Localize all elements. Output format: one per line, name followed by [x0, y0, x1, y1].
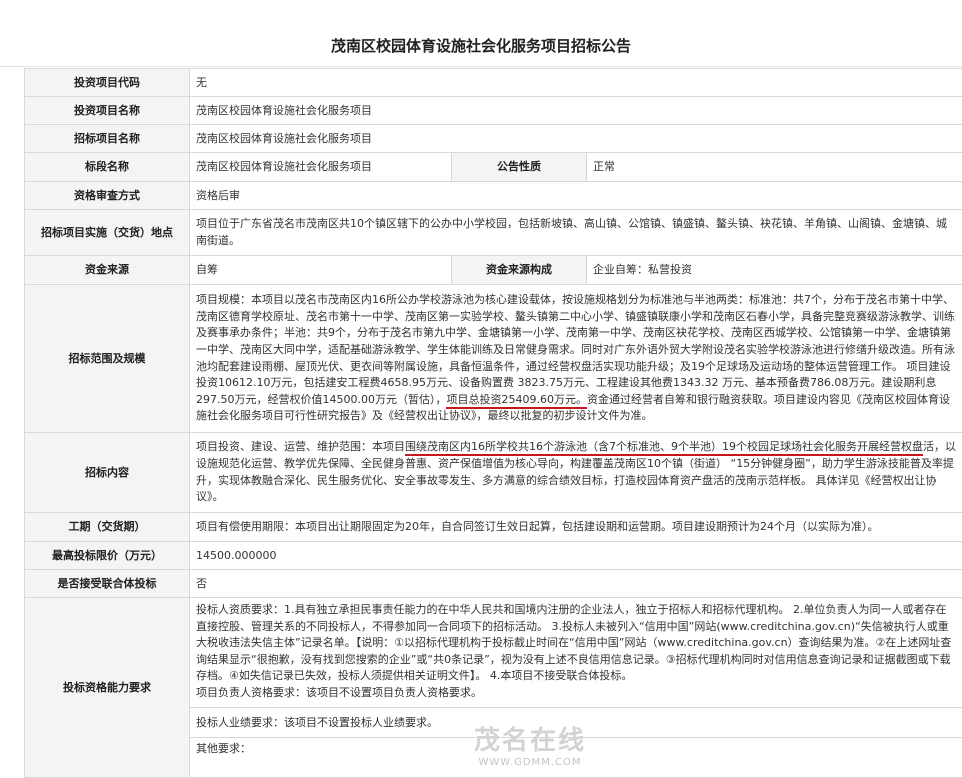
- funding-label: 资金来源: [25, 256, 190, 285]
- scope-text-part1: 项目规模：本项目以茂名市茂南区内16所公办学校游泳池为核心建设载体，按设施规格划…: [196, 293, 955, 406]
- review-label: 资格审查方式: [25, 182, 190, 210]
- invest-code-value: 无: [190, 69, 962, 97]
- notice-page: 茂南区校园体育设施社会化服务项目招标公告 投资项目代码 无 投资项目名称 茂南区…: [0, 0, 962, 772]
- period-value: 项目有偿使用期限：本项目出让期限固定为20年，自合同签订生效日起算，包括建设期和…: [190, 513, 962, 542]
- row-period: 工期（交货期） 项目有偿使用期限：本项目出让期限固定为20年，自合同签订生效日起…: [25, 513, 962, 542]
- row-invest-name: 投资项目名称 茂南区校园体育设施社会化服务项目: [25, 97, 962, 125]
- scope-label: 招标范围及规模: [25, 285, 190, 433]
- consortium-value: 否: [190, 570, 962, 598]
- section-name-value: 茂南区校园体育设施社会化服务项目: [190, 153, 452, 182]
- funding-structure-value: 企业自筹：私营投资: [587, 256, 962, 285]
- row-review: 资格审查方式 资格后审: [25, 182, 962, 210]
- page-title: 茂南区校园体育设施社会化服务项目招标公告: [0, 0, 962, 67]
- invest-name-label: 投资项目名称: [25, 97, 190, 125]
- row-max-price: 最高投标限价（万元） 14500.000000: [25, 542, 962, 570]
- performance-requirement: 投标人业绩要求：该项目不设置投标人业绩要求。: [190, 708, 962, 738]
- section-name-label: 标段名称: [25, 153, 190, 182]
- row-location: 招标项目实施（交货）地点 项目位于广东省茂名市茂南区共10个镇区辖下的公办中小学…: [25, 210, 962, 256]
- qualification-label: 投标资格能力要求: [25, 598, 190, 778]
- qualification-value: 投标人资质要求：1.具有独立承担民事责任能力的在中华人民共和国境内注册的企业法人…: [190, 598, 962, 708]
- location-label: 招标项目实施（交货）地点: [25, 210, 190, 256]
- invest-name-value: 茂南区校园体育设施社会化服务项目: [190, 97, 962, 125]
- content-text-part1: 项目投资、建设、运营、维护范围：本项目: [196, 440, 405, 453]
- row-scope: 招标范围及规模 项目规模：本项目以茂名市茂南区内16所公办学校游泳池为核心建设载…: [25, 285, 962, 433]
- consortium-label: 是否接受联合体投标: [25, 570, 190, 598]
- row-funding: 资金来源 自筹 资金来源构成 企业自筹：私营投资: [25, 256, 962, 285]
- max-price-label: 最高投标限价（万元）: [25, 542, 190, 570]
- content-label: 招标内容: [25, 433, 190, 513]
- row-qualification: 投标资格能力要求 投标人资质要求：1.具有独立承担民事责任能力的在中华人民共和国…: [25, 598, 962, 708]
- bid-name-value: 茂南区校园体育设施社会化服务项目: [190, 125, 962, 153]
- funding-structure-label: 资金来源构成: [452, 256, 587, 285]
- content-value: 项目投资、建设、运营、维护范围：本项目围绕茂南区内16所学校共16个游泳池（含7…: [190, 433, 962, 513]
- total-investment-highlight: 项目总投资25409.60万元。: [446, 393, 587, 409]
- bid-name-label: 招标项目名称: [25, 125, 190, 153]
- notice-nature-label: 公告性质: [452, 153, 587, 182]
- funding-value: 自筹: [190, 256, 452, 285]
- row-consortium: 是否接受联合体投标 否: [25, 570, 962, 598]
- content-highlight: 围绕茂南区内16所学校共16个游泳池（含7个标准池、9个半池）19个校园足球场社…: [405, 440, 923, 456]
- period-label: 工期（交货期）: [25, 513, 190, 542]
- scope-value: 项目规模：本项目以茂名市茂南区内16所公办学校游泳池为核心建设载体，按设施规格划…: [190, 285, 962, 433]
- qualification-text: 投标人资质要求：1.具有独立承担民事责任能力的在中华人民共和国境内注册的企业法人…: [196, 602, 956, 685]
- row-invest-code: 投资项目代码 无: [25, 69, 962, 97]
- notice-table: 投资项目代码 无 投资项目名称 茂南区校园体育设施社会化服务项目 招标项目名称 …: [24, 68, 962, 778]
- notice-nature-value: 正常: [587, 153, 962, 182]
- row-section-name: 标段名称 茂南区校园体育设施社会化服务项目 公告性质 正常: [25, 153, 962, 182]
- max-price-value: 14500.000000: [190, 542, 962, 570]
- row-content: 招标内容 项目投资、建设、运营、维护范围：本项目围绕茂南区内16所学校共16个游…: [25, 433, 962, 513]
- location-value: 项目位于广东省茂名市茂南区共10个镇区辖下的公办中小学校园，包括新坡镇、高山镇、…: [190, 210, 962, 256]
- invest-code-label: 投资项目代码: [25, 69, 190, 97]
- project-leader-requirement: 项目负责人资格要求：该项目不设置项目负责人资格要求。: [196, 685, 956, 702]
- review-value: 资格后审: [190, 182, 962, 210]
- row-bid-name: 招标项目名称 茂南区校园体育设施社会化服务项目: [25, 125, 962, 153]
